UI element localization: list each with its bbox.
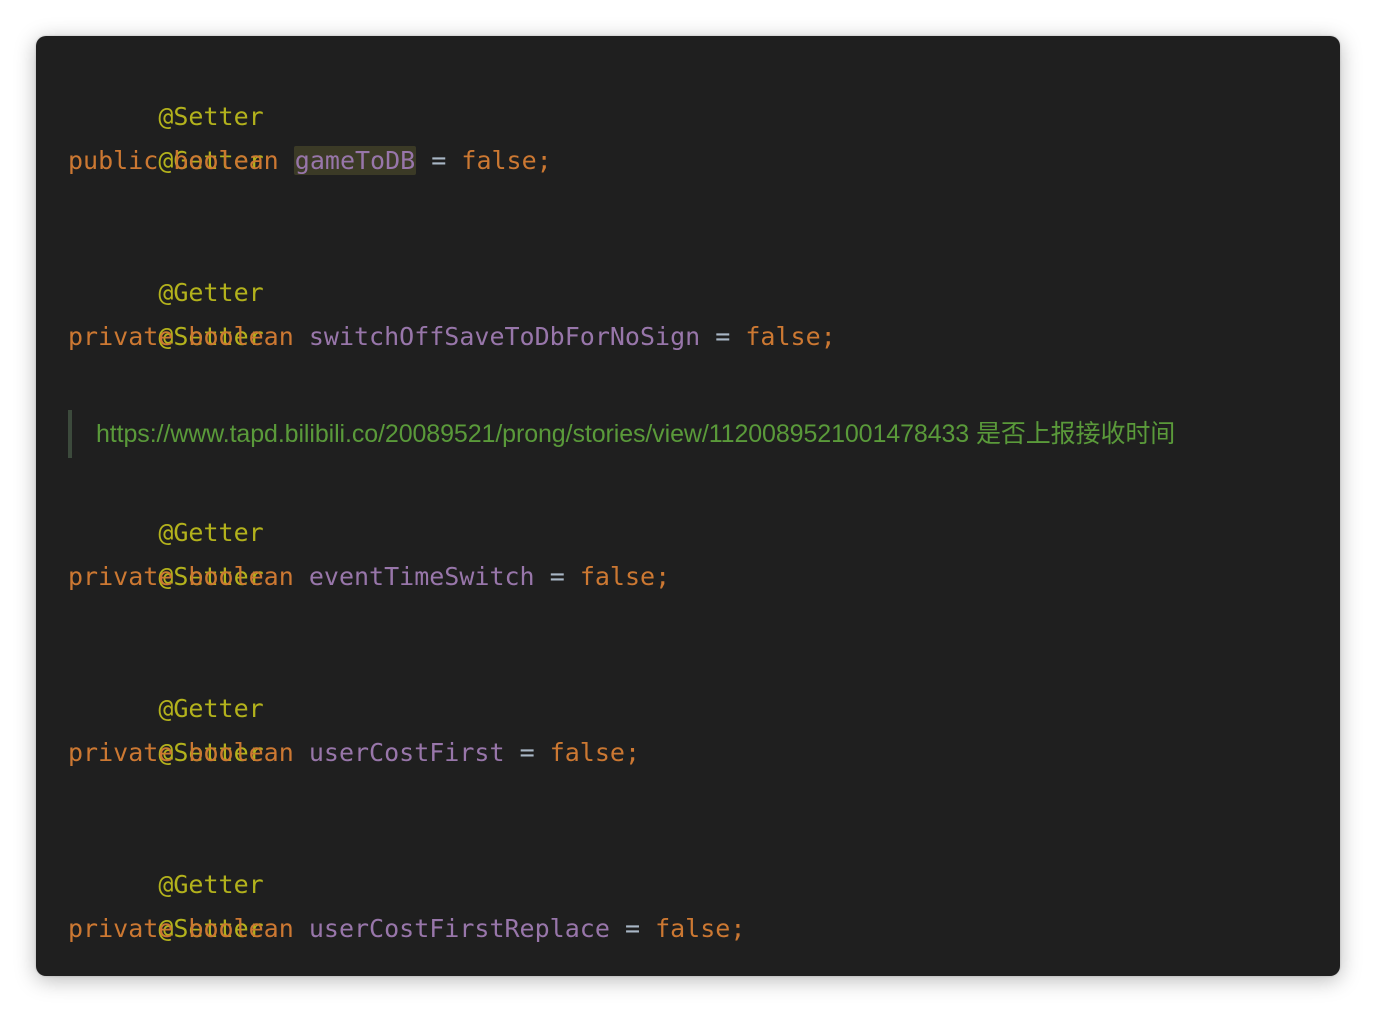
modifier-keyword: private [68, 562, 174, 591]
doc-comment-link[interactable]: https://www.tapd.bilibili.co/20089521/pr… [96, 410, 1175, 458]
code-line-field-declaration: private boolean eventTimeSwitch = false; [68, 555, 670, 599]
code-line-annotation: @Getter [68, 643, 263, 723]
code-line-annotation: @Setter [68, 863, 263, 943]
modifier-keyword: public [68, 146, 159, 175]
modifier-keyword: private [68, 738, 174, 767]
code-line-annotation: @Getter [68, 819, 263, 899]
modifier-keyword: private [68, 322, 174, 351]
code-line-annotation: @Getter [68, 227, 263, 307]
field-value: false; [579, 562, 671, 591]
field-value: false; [745, 322, 836, 351]
code-line-annotation: @Setter [68, 511, 263, 591]
field-name[interactable]: userCostFirstReplace [309, 914, 610, 943]
code-line-annotation: @Getter [68, 467, 263, 547]
code-line-annotation: @Setter [68, 271, 263, 351]
code-line-annotation: @Setter [68, 687, 263, 767]
modifier-keyword: private [68, 914, 174, 943]
code-line-field-declaration: private boolean userCostFirstReplace = f… [68, 907, 745, 951]
field-value: false; [655, 914, 746, 943]
type-keyword: boolean [188, 914, 294, 943]
field-value: false; [549, 738, 641, 767]
type-keyword: boolean [188, 738, 294, 767]
code-line-field-declaration: private boolean userCostFirst = false; [68, 731, 640, 775]
field-name[interactable]: switchOffSaveToDbForNoSign [309, 322, 700, 351]
type-keyword: boolean [188, 562, 294, 591]
field-name-highlighted[interactable]: gameToDB [293, 146, 417, 175]
field-value: false; [461, 146, 552, 175]
type-keyword: boolean [188, 322, 294, 351]
rendered-doc-comment: https://www.tapd.bilibili.co/20089521/pr… [68, 410, 1332, 458]
code-editor-window: @Setter @Getter public boolean gameToDB … [36, 36, 1340, 976]
assignment-operator: = [549, 562, 565, 591]
type-keyword: boolean [173, 146, 279, 175]
assignment-operator: = [715, 322, 731, 351]
field-name[interactable]: userCostFirst [309, 738, 505, 767]
code-line-annotation: @Getter [68, 95, 263, 175]
code-line-field-declaration: private boolean switchOffSaveToDbForNoSi… [68, 315, 836, 359]
assignment-operator: = [519, 738, 535, 767]
assignment-operator: = [431, 146, 447, 175]
assignment-operator: = [624, 914, 640, 943]
field-name[interactable]: eventTimeSwitch [309, 562, 535, 591]
code-line-annotation: @Setter [68, 51, 263, 131]
code-area[interactable]: @Setter @Getter public boolean gameToDB … [36, 36, 1340, 976]
code-line-field-declaration: public boolean gameToDB = false; [68, 139, 552, 183]
